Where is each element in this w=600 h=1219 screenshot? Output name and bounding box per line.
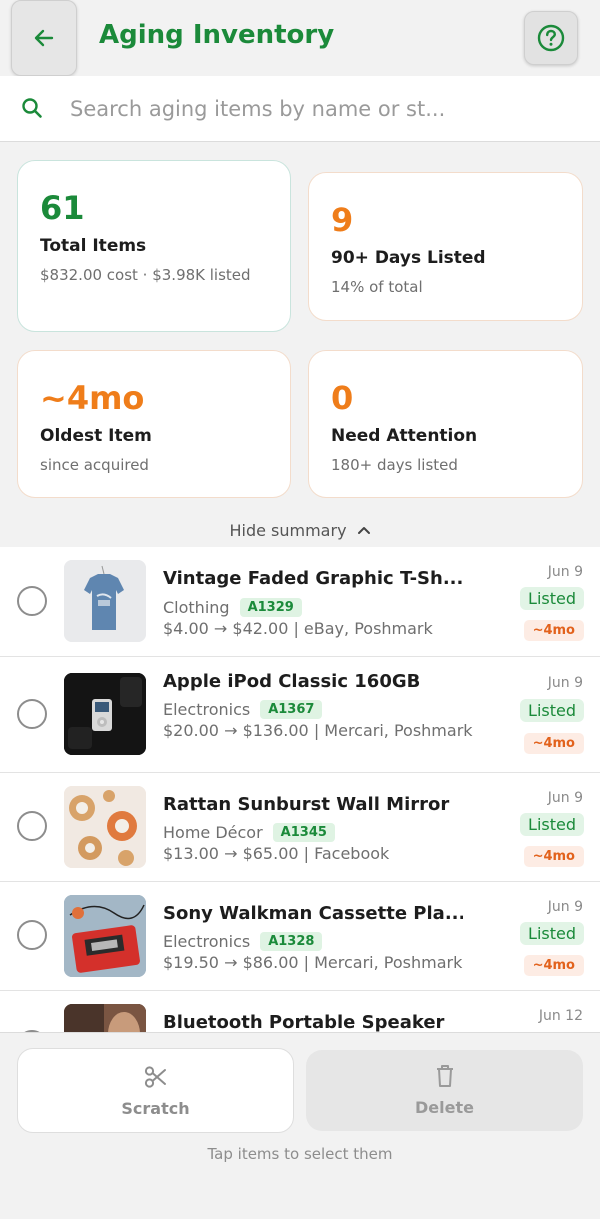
ipod-photo (64, 673, 146, 755)
question-circle-icon (537, 24, 565, 52)
age-badge: ~4mo (523, 846, 584, 867)
card-value: 61 (40, 189, 85, 227)
status-badge: Listed (520, 699, 584, 722)
oldest-item-card[interactable]: ~4mo Oldest Item since acquired (17, 350, 291, 498)
chevron-up-icon (357, 527, 370, 534)
list-item[interactable]: Rattan Sunburst Wall Mirror Home Décor A… (0, 773, 600, 882)
select-radio[interactable] (17, 699, 47, 729)
card-sub: 14% of total (331, 278, 423, 296)
card-label: Need Attention (331, 426, 478, 446)
item-date: Jun 9 (547, 564, 583, 580)
card-value: 0 (331, 379, 354, 417)
hide-summary-label: Hide summary (229, 520, 347, 540)
page-title: Aging Inventory (99, 20, 335, 50)
scratch-button[interactable]: Scratch (17, 1048, 294, 1133)
status-badge: Listed (520, 587, 584, 610)
walkman-photo (64, 895, 146, 977)
card-sub: $832.00 cost · $3.98K listed (40, 266, 251, 284)
item-date: Jun 9 (547, 790, 583, 806)
item-price: $19.50 → $86.00 | Mercari, Poshmark (163, 953, 463, 972)
ninety-days-card[interactable]: 9 90+ Days Listed 14% of total (308, 172, 583, 321)
selection-hint: Tap items to select them (207, 1145, 393, 1163)
item-meta: Home Décor A1345 (163, 823, 335, 842)
age-badge: ~4mo (523, 620, 584, 641)
item-meta: Electronics A1367 (163, 700, 323, 719)
delete-label: Delete (415, 1098, 474, 1117)
search-input[interactable] (70, 92, 470, 126)
search-icon (22, 98, 42, 118)
inventory-list: Vintage Faded Graphic T-Sh... Clothing A… (0, 547, 600, 1032)
sku-badge: A1367 (260, 700, 323, 719)
sku-badge: A1329 (239, 598, 302, 617)
status-badge: Listed (520, 813, 584, 836)
status-badge: Listed (520, 922, 584, 945)
select-radio[interactable] (17, 920, 47, 950)
age-badge: ~4mo (523, 733, 584, 754)
delete-button[interactable]: Delete (306, 1050, 583, 1131)
back-button[interactable] (11, 0, 77, 76)
item-title: Rattan Sunburst Wall Mirror (163, 794, 450, 815)
list-item[interactable]: Apple iPod Classic 160GB Electronics A13… (0, 657, 600, 773)
arrow-left-icon (34, 29, 54, 47)
item-title: Bluetooth Portable Speaker (163, 1012, 445, 1032)
help-button[interactable] (524, 11, 578, 65)
scratch-label: Scratch (121, 1099, 190, 1118)
card-sub: 180+ days listed (331, 456, 458, 474)
item-date: Jun 9 (547, 899, 583, 915)
trash-icon (436, 1065, 453, 1087)
card-label: Oldest Item (40, 426, 152, 446)
bottom-action-bar: Scratch Delete Tap items to select them (0, 1032, 600, 1219)
mirror-photo (64, 786, 146, 868)
item-category: Clothing (163, 598, 230, 617)
list-item[interactable]: Bluetooth Portable Speaker Jun 12 (0, 991, 600, 1032)
item-title: Apple iPod Classic 160GB (163, 671, 421, 692)
app-header: Aging Inventory (0, 0, 600, 76)
tshirt-photo (64, 560, 146, 642)
sku-badge: A1328 (260, 932, 323, 951)
sku-badge: A1345 (272, 823, 335, 842)
card-value: 9 (331, 201, 354, 239)
list-item[interactable]: Vintage Faded Graphic T-Sh... Clothing A… (0, 547, 600, 657)
item-meta: Electronics A1328 (163, 932, 323, 951)
card-value: ~4mo (40, 379, 145, 417)
list-item[interactable]: Sony Walkman Cassette Pla... Electronics… (0, 882, 600, 991)
search-bar (0, 76, 600, 142)
need-attention-card[interactable]: 0 Need Attention 180+ days listed (308, 350, 583, 498)
card-label: 90+ Days Listed (331, 248, 486, 268)
age-badge: ~4mo (523, 955, 584, 976)
item-date: Jun 9 (547, 675, 583, 691)
item-date: Jun 12 (538, 1008, 583, 1024)
hide-summary-toggle[interactable]: Hide summary (0, 516, 600, 544)
card-sub: since acquired (40, 456, 149, 474)
scissors-icon (144, 1066, 166, 1088)
card-label: Total Items (40, 236, 147, 256)
item-price: $20.00 → $136.00 | Mercari, Poshmark (163, 721, 473, 740)
item-title: Sony Walkman Cassette Pla... (163, 903, 463, 924)
item-title: Vintage Faded Graphic T-Sh... (163, 568, 463, 589)
speaker-photo (64, 1004, 146, 1032)
select-radio[interactable] (17, 811, 47, 841)
item-meta: Clothing A1329 (163, 598, 302, 617)
item-category: Electronics (163, 700, 251, 719)
item-category: Electronics (163, 932, 251, 951)
total-items-card[interactable]: 61 Total Items $832.00 cost · $3.98K lis… (17, 160, 291, 332)
item-price: $4.00 → $42.00 | eBay, Poshmark (163, 619, 433, 638)
select-radio[interactable] (17, 586, 47, 616)
item-category: Home Décor (163, 823, 263, 842)
item-price: $13.00 → $65.00 | Facebook (163, 844, 390, 863)
